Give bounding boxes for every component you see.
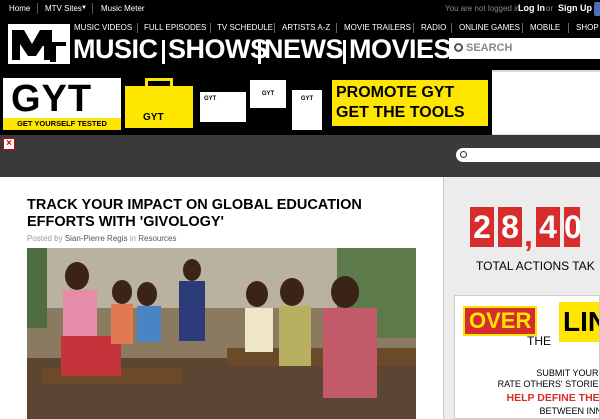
counter-digit: 0	[564, 207, 580, 247]
nav-tv-schedule[interactable]: TV SCHEDULE	[217, 23, 273, 32]
promo-submit-line-1: SUBMIT YOUR S	[536, 368, 600, 378]
divider	[343, 40, 346, 64]
promo-help-text: HELP DEFINE THE L	[506, 392, 600, 404]
top-utility-bar: Home MTV Sites ▼ Music Meter You are not…	[0, 0, 600, 18]
promo-between-text: BETWEEN INNO	[539, 406, 599, 416]
divider	[137, 23, 138, 33]
close-icon[interactable]: ×	[3, 138, 15, 150]
nav-full-episodes[interactable]: FULL EPISODES	[144, 23, 206, 32]
nav-movie-trailers[interactable]: MOVIE TRAILERS	[344, 23, 411, 32]
counter-digit: 4	[536, 207, 560, 247]
divider	[37, 3, 38, 14]
divider	[210, 23, 211, 33]
search-placeholder: SEARCH	[466, 42, 513, 54]
divider	[413, 23, 414, 33]
ad-blank-area	[492, 72, 600, 134]
over-the-limit-promo[interactable]: OVER LIN THE SUBMIT YOUR S RATE OTHERS' …	[454, 295, 600, 419]
nav-artists-a-z[interactable]: ARTISTS A-Z	[282, 23, 330, 32]
promo-submit-line-2: RATE OTHERS' STORIES,	[497, 379, 600, 389]
promote-gyt-callout[interactable]: PROMOTE GYT GET THE TOOLS HERE	[332, 80, 488, 141]
search-input[interactable]: SEARCH	[449, 38, 600, 59]
tshirt-label: GYT	[261, 91, 275, 97]
nav-movies[interactable]: MOVIES	[349, 34, 452, 65]
author-link[interactable]: Sian-Pierre Regis	[65, 234, 128, 243]
divider	[92, 3, 93, 14]
nav-shows[interactable]: SHOWS	[168, 34, 268, 65]
toolbox-handle	[145, 78, 173, 88]
postcard-image: GYT	[200, 92, 246, 122]
gyt-wordmark: GYT	[11, 78, 93, 120]
secondary-search-input[interactable]	[456, 148, 600, 162]
nav-music-videos[interactable]: MUSIC VIDEOS	[74, 23, 132, 32]
poster-image: GYT	[292, 90, 322, 130]
nav-music[interactable]: MUSIC	[73, 34, 158, 65]
mtv-logo[interactable]	[8, 24, 70, 64]
promo-the: THE	[527, 334, 551, 348]
nav-shop[interactable]: SHOP	[576, 23, 599, 32]
article-main: TRACK YOUR IMPACT ON GLOBAL EDUCATION EF…	[0, 177, 444, 419]
secondary-nav: MUSIC VIDEOS FULL EPISODES TV SCHEDULE A…	[70, 21, 600, 35]
promo-line-1: PROMOTE GYT	[336, 84, 455, 101]
gyt-ad-banner[interactable]: GYT GET YOURSELF TESTED GYT GYT GYT GYT …	[0, 70, 492, 141]
posted-by-label: Posted by	[27, 234, 63, 243]
divider	[274, 23, 275, 33]
promo-submit-text: SUBMIT YOUR S RATE OTHERS' STORIES,	[459, 368, 600, 390]
login-status: You are not logged in.	[445, 4, 523, 13]
counter-label: TOTAL ACTIONS TAK	[476, 259, 595, 273]
facebook-icon[interactable]	[594, 2, 600, 16]
postcard-label: GYT	[204, 96, 217, 102]
nav-radio[interactable]: RADIO	[421, 23, 446, 32]
divider	[568, 23, 569, 33]
site-header: MUSIC VIDEOS FULL EPISODES TV SCHEDULE A…	[0, 18, 600, 70]
in-label: in	[129, 234, 136, 243]
toolbox-image: GYT	[125, 78, 193, 128]
right-sidebar: 2 8 , 4 0 TOTAL ACTIONS TAK OVER LIN THE…	[444, 177, 600, 419]
chevron-down-icon[interactable]: ▼	[81, 5, 87, 11]
tshirt-image: GYT	[250, 80, 286, 108]
promo-over: OVER	[463, 306, 538, 336]
or-text: or	[546, 4, 554, 13]
toolbox-label: GYT	[143, 112, 164, 123]
gyt-logo: GYT GET YOURSELF TESTED	[3, 78, 121, 130]
poster-label: GYT	[300, 96, 314, 102]
article-title[interactable]: TRACK YOUR IMPACT ON GLOBAL EDUCATION EF…	[27, 197, 407, 231]
home-link[interactable]: Home	[9, 4, 30, 13]
divider	[451, 23, 452, 33]
sign-up-link[interactable]: Sign Up	[558, 3, 592, 13]
nav-mobile[interactable]: MOBILE	[530, 23, 560, 32]
gyt-tagline: GET YOURSELF TESTED	[3, 118, 121, 130]
divider	[336, 23, 337, 33]
log-in-link[interactable]: Log In	[518, 3, 545, 13]
category-link[interactable]: Resources	[138, 234, 176, 243]
divider	[162, 40, 165, 64]
nav-news[interactable]: NEWS	[264, 34, 344, 65]
search-icon	[454, 43, 463, 52]
music-meter-link[interactable]: Music Meter	[101, 4, 145, 13]
divider	[258, 40, 261, 64]
counter-digit: 2	[470, 207, 494, 247]
search-icon	[460, 151, 467, 158]
nav-online-games[interactable]: ONLINE GAMES	[459, 23, 520, 32]
mtv-sites-menu[interactable]: MTV Sites	[45, 4, 82, 13]
classroom-photo	[27, 248, 416, 419]
promo-limit: LIN	[559, 302, 599, 342]
article-byline: Posted by Sian-Pierre Regis in Resources	[27, 234, 176, 243]
counter-digit: 8	[498, 207, 522, 247]
divider	[522, 23, 523, 33]
counter-comma: ,	[524, 217, 533, 253]
ad-close-bar: ×	[0, 135, 600, 177]
